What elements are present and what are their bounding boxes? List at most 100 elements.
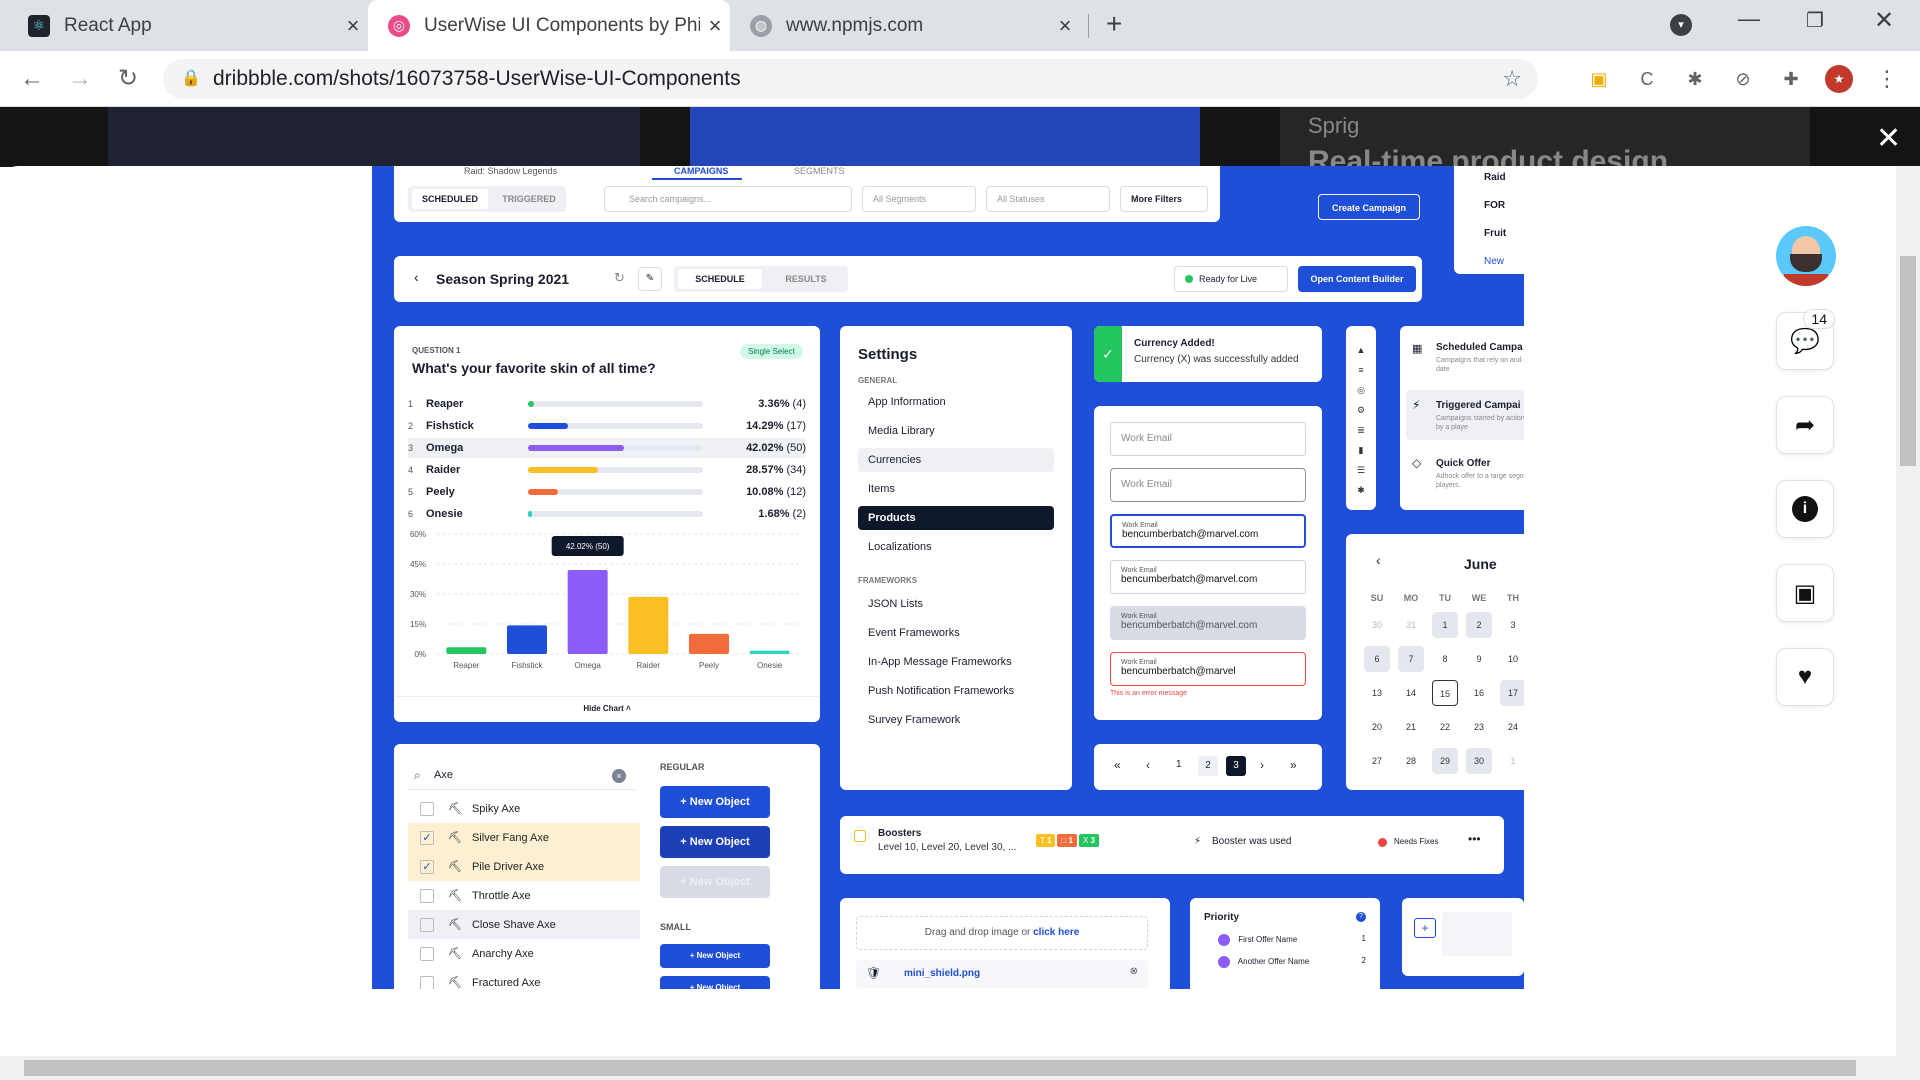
- like-button[interactable]: ♥: [1776, 648, 1834, 706]
- close-tab-icon[interactable]: ×: [700, 13, 730, 39]
- calendar-day[interactable]: 2: [1466, 612, 1492, 638]
- checkbox[interactable]: [420, 917, 434, 932]
- calendar-day[interactable]: 31: [1398, 612, 1424, 638]
- search-result-item[interactable]: ✓ ⛏ Pile Driver Axe: [408, 852, 640, 881]
- calendar-day[interactable]: 21: [1398, 714, 1424, 740]
- checkbox[interactable]: [420, 801, 434, 816]
- settings-nav-item[interactable]: App Information: [858, 390, 1054, 414]
- first-page-button[interactable]: «: [1114, 758, 1121, 772]
- close-tab-icon[interactable]: ×: [1050, 13, 1080, 39]
- puzzle-icon[interactable]: ✚: [1777, 65, 1805, 93]
- poll-option-row[interactable]: 5 Peely 10.08% (12): [408, 482, 806, 502]
- extension-icon[interactable]: ▣: [1585, 65, 1613, 93]
- checkbox[interactable]: ✓: [420, 859, 434, 874]
- checkbox[interactable]: ✓: [420, 830, 434, 845]
- ready-status-select[interactable]: Ready for Live: [1174, 266, 1288, 292]
- tab-npmjs[interactable]: ◍ www.npmjs.com ×: [730, 0, 1080, 51]
- priority-item[interactable]: First Offer Name 1: [1204, 934, 1366, 946]
- minimize-icon[interactable]: —: [1738, 6, 1760, 32]
- kebab-menu-icon[interactable]: ⋮: [1873, 65, 1901, 93]
- calendar-day[interactable]: 3: [1500, 612, 1524, 638]
- back-icon[interactable]: ←: [16, 63, 48, 95]
- info-button[interactable]: i: [1776, 480, 1834, 538]
- framework-nav-item[interactable]: JSON Lists: [858, 592, 1054, 616]
- search-result-item[interactable]: ⛏ Spiky Axe: [408, 794, 640, 823]
- page-button[interactable]: 2: [1198, 756, 1218, 776]
- triggered-tab[interactable]: TRIGGERED: [494, 189, 564, 209]
- reload-icon[interactable]: ↻: [112, 63, 144, 95]
- bug-extension-icon[interactable]: ✱: [1681, 65, 1709, 93]
- chart-bar[interactable]: [749, 650, 790, 654]
- calendar-day[interactable]: 14: [1398, 680, 1424, 706]
- edit-icon[interactable]: ✎: [638, 267, 662, 291]
- scroll-thumb[interactable]: [24, 1060, 1856, 1076]
- more-options-button[interactable]: •••: [1468, 832, 1481, 846]
- more-filters-button[interactable]: More Filters: [1120, 186, 1208, 212]
- url-field[interactable]: 🔒 dribbble.com/shots/16073758-UserWise-U…: [163, 59, 1538, 99]
- settings-nav-item[interactable]: Media Library: [858, 419, 1054, 443]
- calendar-day[interactable]: 9: [1466, 646, 1492, 672]
- priority-item[interactable]: Another Offer Name 2: [1204, 956, 1366, 968]
- email-field-hover[interactable]: Work Email: [1110, 468, 1306, 502]
- calendar-day[interactable]: 6: [1364, 646, 1390, 672]
- schedule-tab[interactable]: SCHEDULE: [678, 269, 762, 289]
- calendar-day[interactable]: 30: [1466, 748, 1492, 774]
- toolbar-icons[interactable]: ▲ ≡ ◎ ⚙ ≣ ▮ ☰ ✱: [1356, 340, 1366, 495]
- segments-select[interactable]: All Segments: [862, 186, 976, 212]
- vertical-scrollbar[interactable]: [1896, 166, 1920, 1056]
- clear-icon[interactable]: ×: [612, 769, 626, 783]
- calendar-day[interactable]: 28: [1398, 748, 1424, 774]
- chart-bar[interactable]: [507, 625, 547, 654]
- page-button[interactable]: 1: [1176, 759, 1182, 770]
- calendar-day[interactable]: 23: [1466, 714, 1492, 740]
- tab-dribbble[interactable]: ◎ UserWise UI Components by Phil ×: [368, 0, 730, 51]
- poll-option-row[interactable]: 1 Reaper 3.36% (4): [408, 394, 806, 414]
- remove-file-icon[interactable]: ⊗: [1130, 966, 1138, 977]
- create-campaign-button[interactable]: Create Campaign: [1318, 194, 1420, 220]
- new-object-small-button[interactable]: + New Object: [660, 976, 770, 989]
- last-page-button[interactable]: »: [1290, 758, 1297, 772]
- comments-button[interactable]: 💬 14: [1776, 309, 1835, 370]
- new-object-button-hover[interactable]: + New Object: [660, 826, 770, 858]
- search-result-item[interactable]: ⛏ Fractured Axe: [408, 968, 640, 989]
- framework-nav-item[interactable]: Event Frameworks: [858, 621, 1054, 645]
- calendar-day[interactable]: 10: [1500, 646, 1524, 672]
- calendar-day[interactable]: 17: [1500, 680, 1524, 706]
- new-tab-icon[interactable]: +: [1106, 8, 1122, 40]
- framework-nav-item[interactable]: In-App Message Frameworks: [858, 650, 1054, 674]
- hide-chart-button[interactable]: Hide Chart ˄: [394, 704, 820, 713]
- drop-zone[interactable]: Drag and drop image or click here: [856, 916, 1148, 950]
- scroll-thumb[interactable]: [1900, 256, 1916, 466]
- statuses-select[interactable]: All Statuses: [986, 186, 1110, 212]
- results-tab[interactable]: RESULTS: [766, 269, 846, 289]
- save-to-collection-button[interactable]: ▣: [1776, 564, 1834, 622]
- next-page-button[interactable]: ›: [1260, 758, 1264, 772]
- calendar-day[interactable]: 7: [1398, 646, 1424, 672]
- poll-option-row[interactable]: 6 Onesie 1.68% (2): [408, 504, 806, 524]
- chart-bar[interactable]: [689, 633, 729, 654]
- calendar-day[interactable]: 27: [1364, 748, 1390, 774]
- email-field-focused[interactable]: Work Email bencumberbatch@marvel.com: [1110, 514, 1306, 548]
- click-here-link[interactable]: click here: [1033, 927, 1079, 938]
- calendar-day[interactable]: 22: [1432, 714, 1458, 740]
- calendar-day[interactable]: 29: [1432, 748, 1458, 774]
- settings-nav-item[interactable]: Localizations: [858, 535, 1054, 559]
- close-modal-icon[interactable]: ✕: [1876, 121, 1901, 156]
- author-avatar[interactable]: [1776, 226, 1836, 286]
- calendar-day[interactable]: 15: [1432, 680, 1458, 706]
- checkbox[interactable]: [854, 830, 866, 842]
- page-button-active[interactable]: 3: [1226, 756, 1246, 776]
- star-icon[interactable]: ☆: [1502, 59, 1522, 99]
- blocker-extension-icon[interactable]: ⊘: [1729, 65, 1757, 93]
- email-field-error[interactable]: Work Email bencumberbatch@marvel: [1110, 652, 1306, 686]
- calendar-day[interactable]: 1: [1500, 748, 1524, 774]
- calendar-day[interactable]: 16: [1466, 680, 1492, 706]
- campaign-search-input[interactable]: Search campaigns...: [604, 186, 852, 212]
- settings-nav-item[interactable]: Items: [858, 477, 1054, 501]
- window-close-icon[interactable]: ✕: [1874, 6, 1894, 35]
- email-field-filled[interactable]: Work Email bencumberbatch@marvel.com: [1110, 560, 1306, 594]
- poll-option-row[interactable]: 4 Raider 28.57% (34): [408, 460, 806, 480]
- forward-icon[interactable]: →: [64, 63, 96, 95]
- prev-month-icon[interactable]: ‹: [1376, 552, 1381, 568]
- calendar-day[interactable]: 20: [1364, 714, 1390, 740]
